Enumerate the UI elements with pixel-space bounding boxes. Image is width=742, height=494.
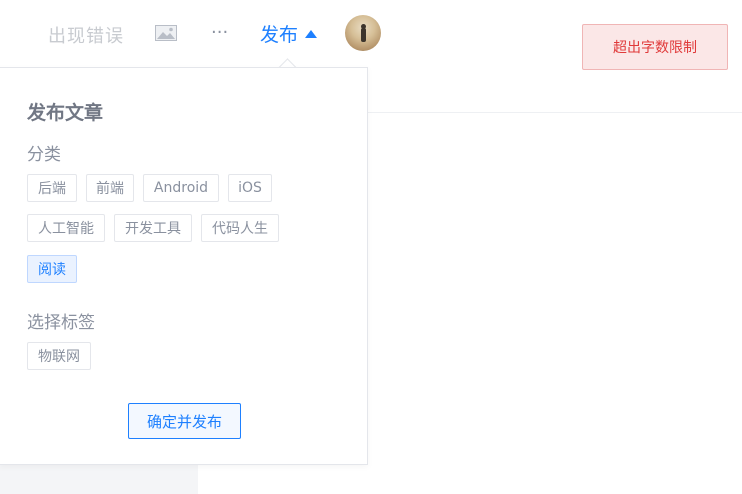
- publish-label: 发布: [260, 23, 299, 46]
- caret-up-icon: [305, 29, 318, 38]
- category-chip[interactable]: 前端: [86, 174, 134, 202]
- avatar[interactable]: [345, 15, 381, 51]
- publish-panel: 发布文章 分类 后端 前端 Android iOS 人工智能 开发工具 代码人生…: [0, 67, 368, 465]
- category-chip[interactable]: 代码人生: [201, 214, 279, 242]
- editor-page: 出现错误 ··· 发布 超出字数限制 发布文章 分类 后端 前端 Android…: [0, 0, 742, 494]
- more-icon[interactable]: ···: [211, 24, 231, 42]
- category-chip[interactable]: 人工智能: [27, 214, 105, 242]
- category-chip[interactable]: iOS: [228, 174, 272, 202]
- confirm-publish-button[interactable]: 确定并发布: [128, 403, 241, 439]
- category-chip[interactable]: Android: [143, 174, 219, 202]
- tag-chip[interactable]: 物联网: [27, 342, 91, 370]
- editor-background-strip: [0, 465, 198, 494]
- tags-label: 选择标签: [27, 313, 95, 333]
- word-limit-alert: 超出字数限制: [582, 24, 728, 70]
- category-chip-selected[interactable]: 阅读: [27, 255, 77, 283]
- category-chip[interactable]: 开发工具: [114, 214, 192, 242]
- header-divider: [368, 112, 742, 113]
- publish-button[interactable]: 发布: [260, 20, 318, 46]
- category-label: 分类: [27, 145, 61, 165]
- panel-title: 发布文章: [27, 102, 104, 124]
- error-status-text: 出现错误: [48, 26, 124, 47]
- category-chip[interactable]: 后端: [27, 174, 77, 202]
- image-icon[interactable]: [155, 25, 177, 41]
